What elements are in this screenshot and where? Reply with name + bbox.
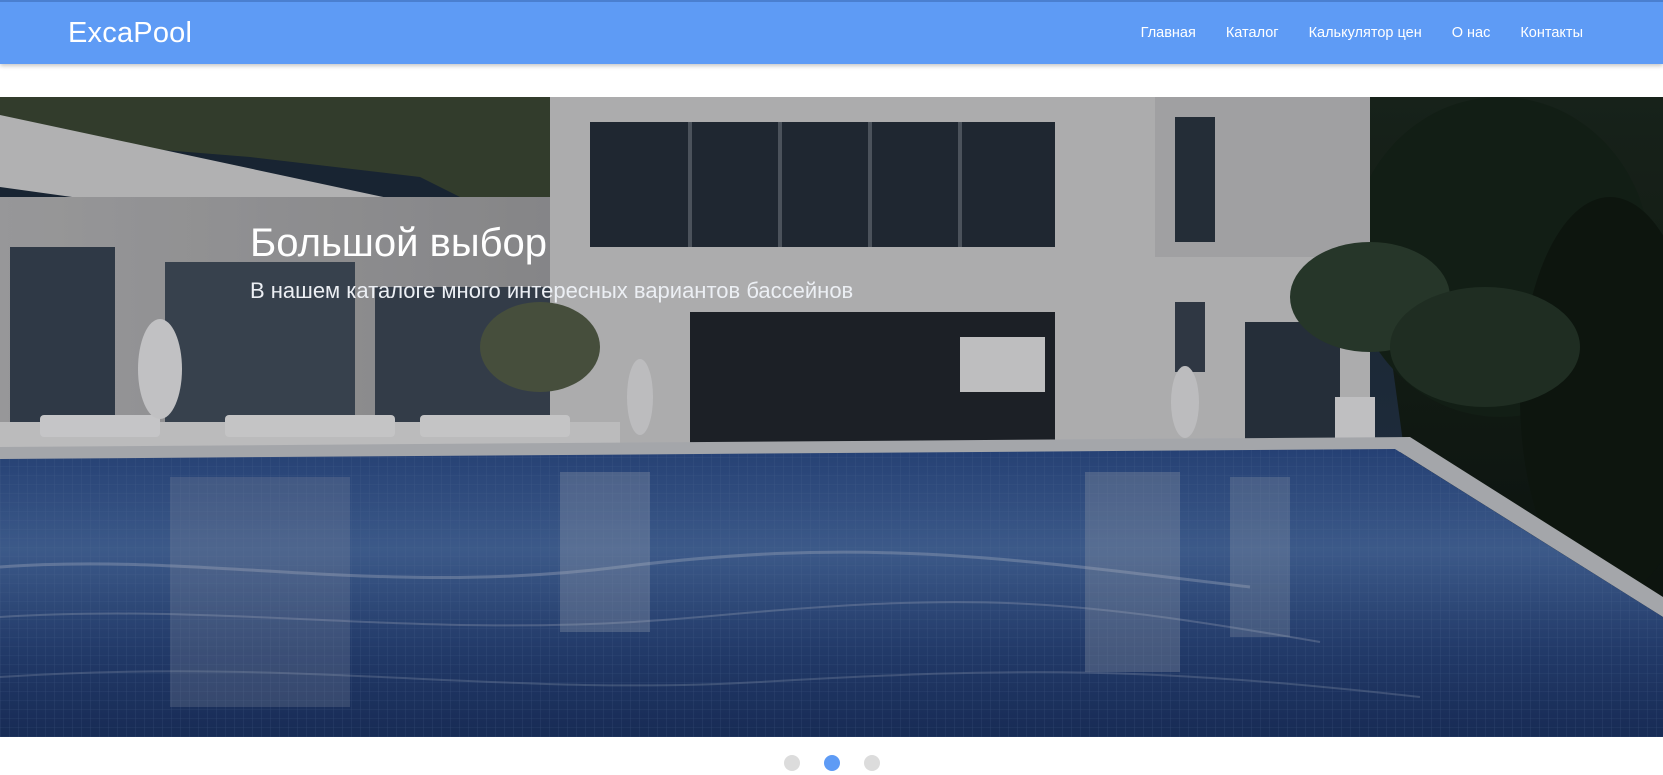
- slide-subtitle: В нашем каталоге много интересных вариан…: [250, 278, 854, 303]
- nav-menu: Главная Каталог Калькулятор цен О нас Ко…: [1111, 2, 1583, 64]
- slider-dot-3[interactable]: [863, 755, 880, 771]
- slide-title: Большой выбор: [250, 221, 547, 265]
- nav-item-about: О нас: [1452, 24, 1491, 42]
- slider-dot-1[interactable]: [783, 755, 800, 771]
- slider-indicators: [0, 754, 1663, 772]
- nav-item-home: Главная: [1141, 24, 1196, 42]
- nav-link-catalog[interactable]: Каталог: [1226, 25, 1279, 41]
- hero-slider[interactable]: Большой выбор В нашем каталоге много инт…: [0, 97, 1663, 737]
- nav-item-price-calculator: Калькулятор цен: [1309, 24, 1422, 42]
- nav-link-price-calculator[interactable]: Калькулятор цен: [1309, 25, 1422, 41]
- navbar: ExcaPool Главная Каталог Калькулятор цен…: [0, 0, 1663, 64]
- nav-item-catalog: Каталог: [1226, 24, 1279, 42]
- slide-caption: Большой выбор В нашем каталоге много инт…: [250, 219, 1150, 304]
- slide-background-image: [0, 97, 1663, 737]
- nav-link-contacts[interactable]: Контакты: [1520, 25, 1583, 41]
- slider-dot-2[interactable]: [823, 755, 840, 771]
- brand-logo[interactable]: ExcaPool: [68, 17, 192, 50]
- nav-item-contacts: Контакты: [1520, 24, 1583, 42]
- nav-link-about[interactable]: О нас: [1452, 25, 1491, 41]
- nav-link-home[interactable]: Главная: [1141, 25, 1196, 41]
